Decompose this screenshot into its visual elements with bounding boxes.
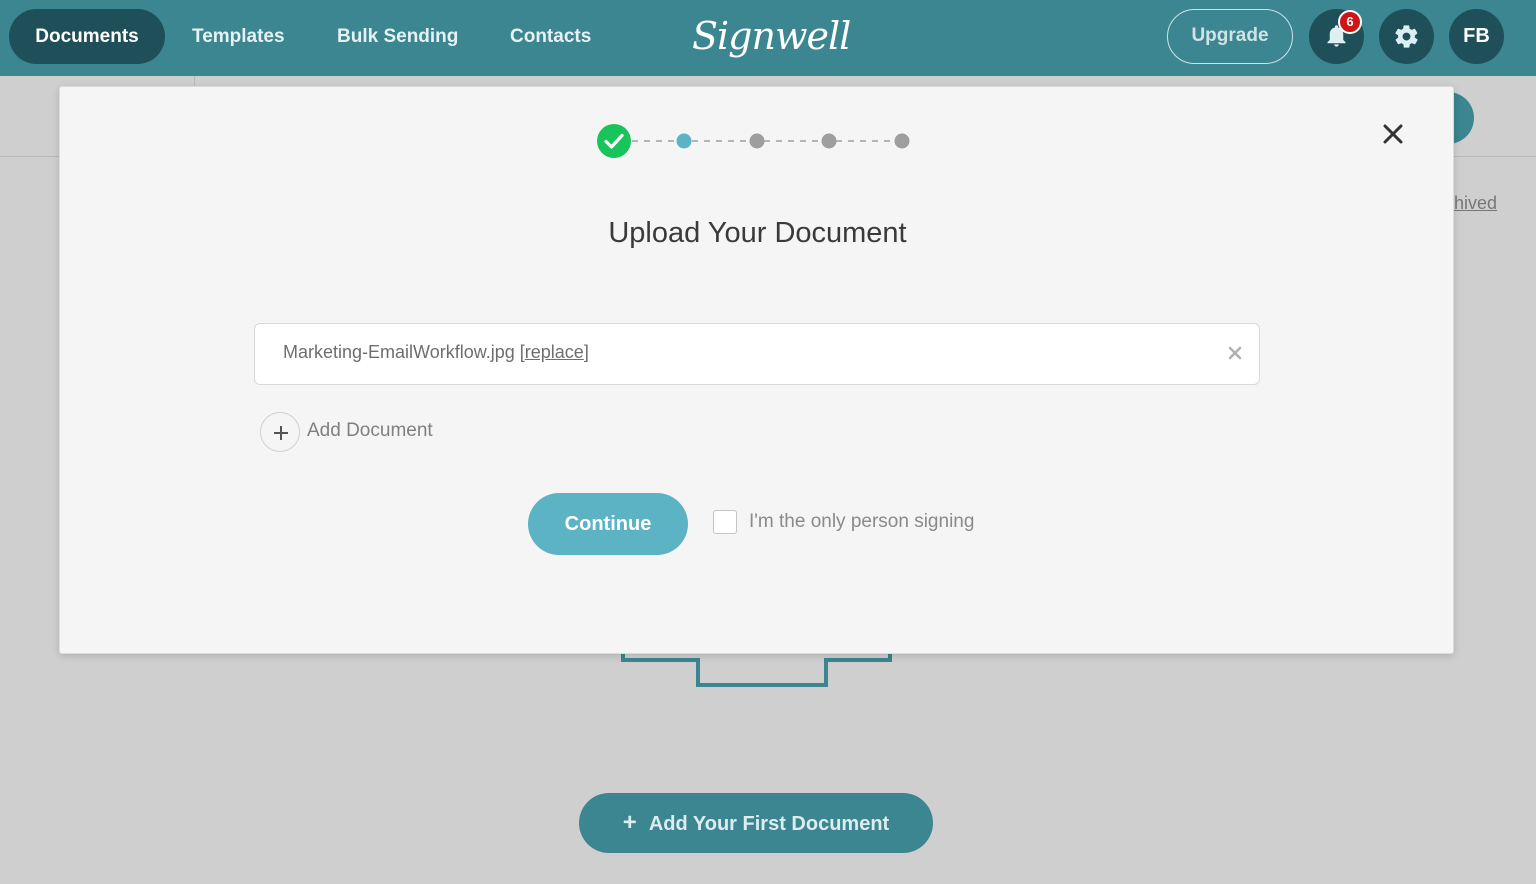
replace-link-wrapper: [replace] <box>519 342 589 362</box>
gear-icon <box>1395 25 1418 48</box>
remove-file-button[interactable] <box>1228 346 1242 360</box>
nav-contacts[interactable]: Contacts <box>510 9 591 64</box>
background-archived-link: hived <box>1454 193 1498 213</box>
nav-templates[interactable]: Templates <box>192 9 285 64</box>
uploaded-file-name: Marketing-EmailWorkflow.jpg <box>283 342 515 362</box>
modal-title: Upload Your Document <box>608 217 907 249</box>
step-3-pending <box>749 133 765 149</box>
user-avatar[interactable]: FB <box>1449 9 1504 64</box>
upload-document-modal: Upload Your Document Marketing-EmailWork… <box>59 86 1454 654</box>
add-first-document-label: Add Your First Document <box>648 813 890 835</box>
step-5-pending <box>894 133 910 149</box>
step-4-pending <box>821 133 837 149</box>
only-signer-checkbox[interactable] <box>713 510 737 534</box>
top-navigation: Documents Templates Bulk Sending Contact… <box>0 0 1536 76</box>
settings-button[interactable] <box>1379 9 1434 64</box>
add-document-button[interactable] <box>260 412 300 452</box>
signwell-logo[interactable]: Signwell <box>692 8 851 64</box>
add-first-document-button: + Add Your First Document <box>579 793 933 853</box>
nav-bulk-sending[interactable]: Bulk Sending <box>337 9 458 64</box>
plus-icon: + <box>622 809 637 836</box>
only-signer-label[interactable]: I'm the only person signing <box>749 511 974 533</box>
close-icon <box>1383 124 1403 144</box>
uploaded-file-row: Marketing-EmailWorkflow.jpg [replace] <box>254 323 1260 385</box>
add-document-label[interactable]: Add Document <box>307 420 433 442</box>
step-2-current <box>676 133 692 149</box>
replace-file-link[interactable]: replace <box>525 342 584 362</box>
plus-icon <box>274 426 288 440</box>
nav-documents[interactable]: Documents <box>9 9 165 64</box>
step-1-complete <box>597 124 631 158</box>
remove-icon <box>1228 346 1242 360</box>
notification-count-badge: 6 <box>1338 10 1362 34</box>
continue-button[interactable]: Continue <box>528 493 688 555</box>
progress-stepper <box>597 124 910 158</box>
close-modal-button[interactable] <box>1380 121 1406 147</box>
uploaded-file-entry: Marketing-EmailWorkflow.jpg [replace] <box>283 342 589 363</box>
upgrade-button[interactable]: Upgrade <box>1167 9 1293 64</box>
